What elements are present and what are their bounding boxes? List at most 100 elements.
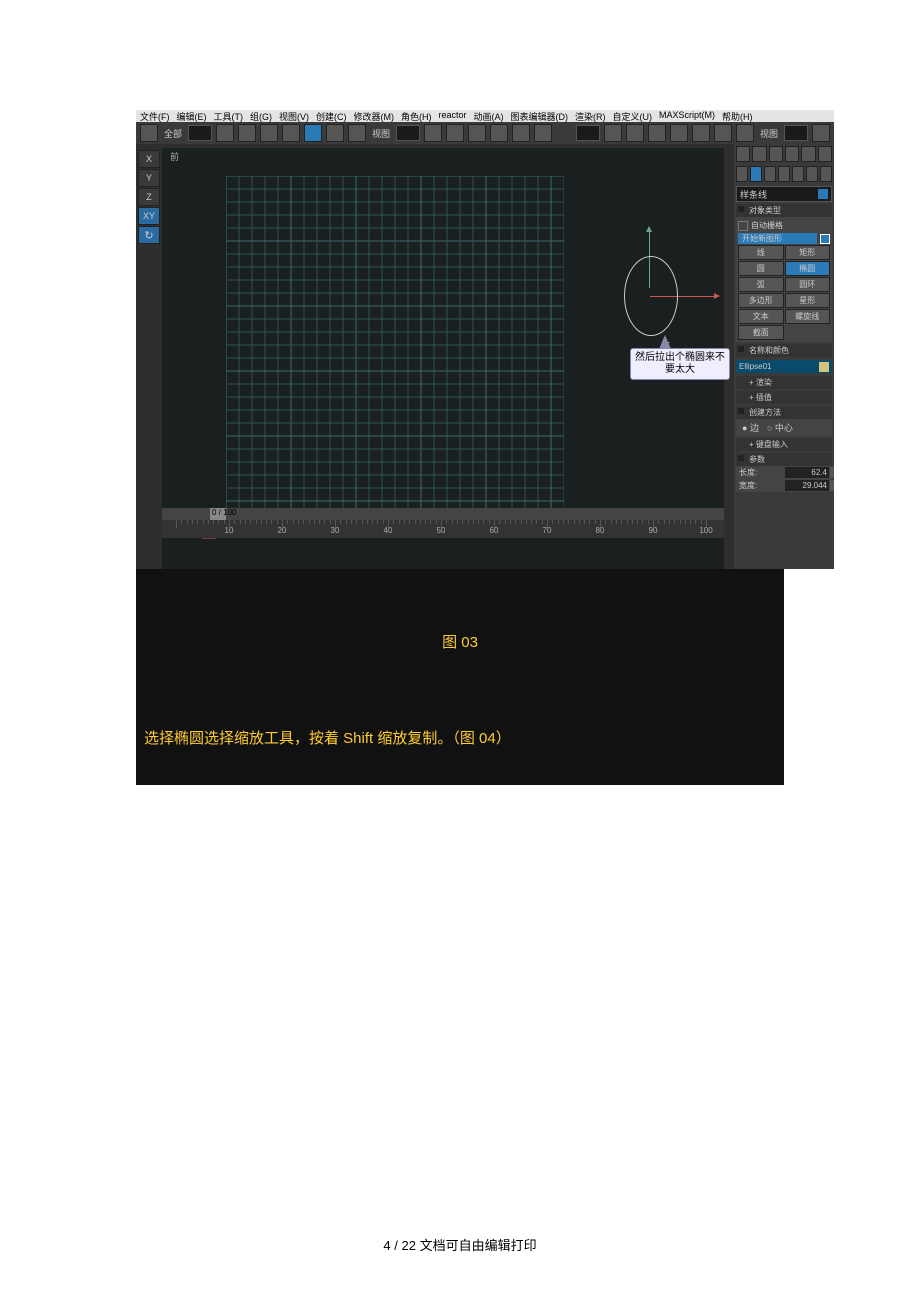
select-name-icon[interactable] [238,124,256,142]
angle-snap-icon[interactable] [468,124,486,142]
curve-editor-icon[interactable] [670,124,688,142]
shape-section-button[interactable]: 截面 [738,325,784,340]
selection-set-dropdown[interactable] [188,125,212,141]
lights-icon[interactable] [764,166,776,182]
align-icon[interactable] [626,124,644,142]
shape-rectangle-button[interactable]: 矩形 [785,245,831,260]
mirror-icon[interactable] [604,124,622,142]
keyboard-rollout-title[interactable]: + 键盘输入 [736,438,832,451]
name-color-title[interactable]: 名称和颜色 [736,344,832,357]
hierarchy-tab-icon[interactable] [769,146,783,162]
move-icon[interactable] [304,124,322,142]
shapes-icon[interactable] [750,166,762,182]
layers-icon[interactable] [648,124,666,142]
length-spinner[interactable]: 62.4 [785,467,829,478]
quick-render-icon[interactable] [812,124,830,142]
object-type-rollout: 对象类型 自动栅格 开始新图形 线 矩形 圆 椭圆 弧 圆环 多边形 星形 文本 [736,204,832,342]
menu-graph[interactable]: 图表编辑器(D) [511,110,569,122]
menu-file[interactable]: 文件(F) [140,110,170,122]
menu-edit[interactable]: 编辑(E) [177,110,207,122]
menu-render[interactable]: 渲染(R) [575,110,606,122]
select-icon[interactable] [216,124,234,142]
spinner-arrows-icon[interactable] [830,467,834,478]
menu-customize[interactable]: 自定义(U) [613,110,653,122]
schematic-icon[interactable] [692,124,710,142]
pivot-icon[interactable] [424,124,442,142]
center-radio[interactable]: ○ 中心 [767,421,793,434]
object-color-swatch[interactable] [819,362,829,372]
menu-modifiers[interactable]: 修改器(M) [354,110,395,122]
params-title[interactable]: 参数 [736,453,832,466]
selection-set-label: 全部 [162,127,184,140]
menu-animation[interactable]: 动画(A) [474,110,504,122]
axis-y-button[interactable]: Y [138,169,160,187]
shape-ngon-button[interactable]: 多边形 [738,293,784,308]
gizmo-x-arrow-icon [714,293,720,299]
menu-group[interactable]: 组(G) [250,110,272,122]
cameras-icon[interactable] [778,166,790,182]
motion-tab-icon[interactable] [785,146,799,162]
axis-z-button[interactable]: Z [138,188,160,206]
shape-arc-button[interactable]: 弧 [738,277,784,292]
create-method-title[interactable]: 创建方法 [736,406,832,419]
shape-helix-button[interactable]: 螺旋线 [785,309,831,324]
material-icon[interactable] [714,124,732,142]
systems-icon[interactable] [820,166,832,182]
menu-help[interactable]: 帮助(H) [722,110,753,122]
snap-icon[interactable] [446,124,464,142]
autogrid-label: 自动栅格 [751,220,783,231]
shape-text-button[interactable]: 文本 [738,309,784,324]
object-type-title[interactable]: 对象类型 [736,204,832,217]
window-crossing-icon[interactable] [282,124,300,142]
shape-star-button[interactable]: 星形 [785,293,831,308]
interp-rollout-title[interactable]: + 插值 [736,391,832,404]
ref-coord-dropdown[interactable] [396,125,420,141]
shape-donut-button[interactable]: 圆环 [785,277,831,292]
timeline-ruler[interactable]: 102030405060708090100 [162,520,724,538]
spinner-arrows-icon[interactable] [830,480,834,491]
utilities-tab-icon[interactable] [818,146,832,162]
axis-constraint-toolbar: X Y Z XY ↻ [138,150,158,244]
create-tab-icon[interactable] [736,146,750,162]
autogrid-checkbox[interactable] [738,221,748,231]
geometry-icon[interactable] [736,166,748,182]
percent-snap-icon[interactable] [490,124,508,142]
axis-x-button[interactable]: X [138,150,160,168]
menu-create[interactable]: 创建(C) [316,110,347,122]
footer-note: 文档可自由编辑打印 [420,1238,537,1253]
selection-dropdown[interactable] [576,125,600,141]
width-spinner[interactable]: 29.044 [785,480,829,491]
helpers-icon[interactable] [792,166,804,182]
undo-icon[interactable] [140,124,158,142]
rotate-icon[interactable] [326,124,344,142]
axis-cycle-button[interactable]: ↻ [138,226,160,244]
modify-tab-icon[interactable] [752,146,766,162]
shape-ellipse-button[interactable]: 椭圆 [785,261,831,276]
menu-reactor[interactable]: reactor [439,110,467,122]
select-region-icon[interactable] [260,124,278,142]
render-scene-icon[interactable] [736,124,754,142]
axis-xy-button[interactable]: XY [138,207,160,225]
edge-radio[interactable]: ● 边 [742,421,759,434]
shape-category-dropdown[interactable]: 样条线 [736,186,832,202]
start-new-shape-checkbox[interactable] [820,234,830,244]
params-rollout: 参数 长度: 62.4 宽度: 29.044 [736,453,832,492]
ellipse-object[interactable] [624,256,678,336]
object-name-field[interactable]: Ellipse01 [736,360,832,373]
render-rollout-title[interactable]: + 渲染 [736,376,832,389]
figure-area: 文件(F) 编辑(E) 工具(T) 组(G) 视图(V) 创建(C) 修改器(M… [136,110,834,785]
scale-icon[interactable] [348,124,366,142]
menu-character[interactable]: 角色(H) [401,110,432,122]
menu-tools[interactable]: 工具(T) [214,110,244,122]
spinner-snap-icon[interactable] [512,124,530,142]
spacewarps-icon[interactable] [806,166,818,182]
shape-line-button[interactable]: 线 [738,245,784,260]
display-tab-icon[interactable] [801,146,815,162]
named-sel-icon[interactable] [534,124,552,142]
menu-views[interactable]: 视图(V) [279,110,309,122]
render-preset-dropdown[interactable] [784,125,808,141]
time-slider-track[interactable]: 0 / 100 [162,508,724,520]
menu-maxscript[interactable]: MAXScript(M) [659,110,715,122]
shape-circle-button[interactable]: 圆 [738,261,784,276]
gizmo-y-arrow-icon [646,226,652,232]
